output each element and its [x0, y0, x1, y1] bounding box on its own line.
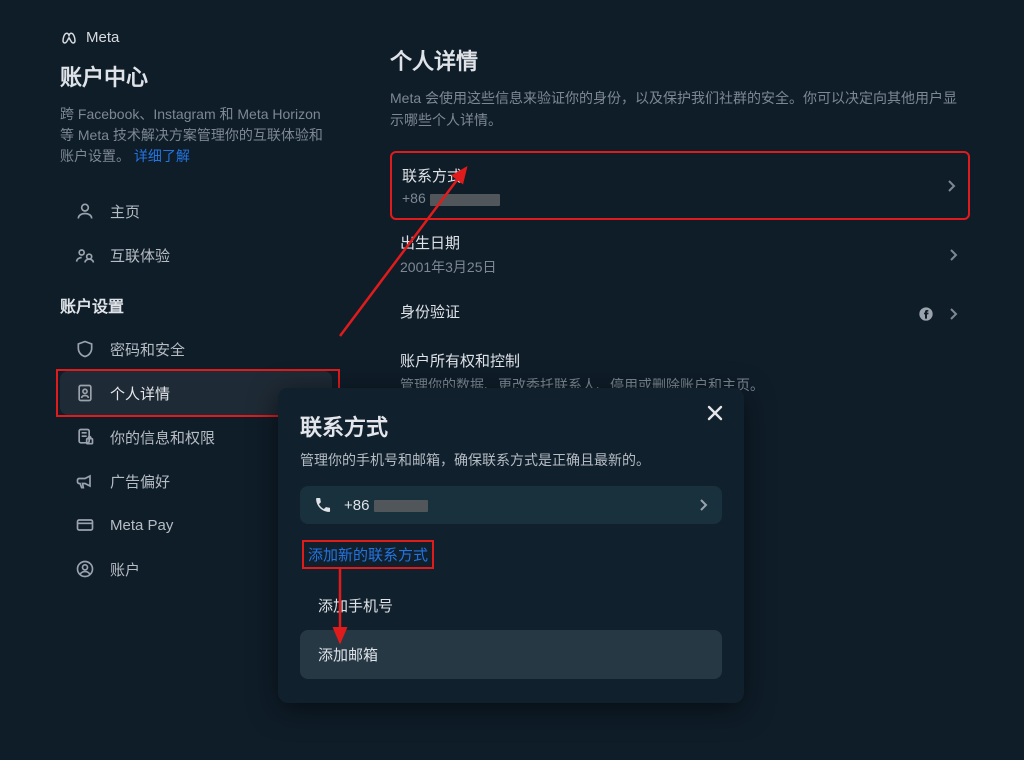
sidebar-item-home[interactable]: 主页 — [60, 189, 332, 233]
sidebar-desc-text: 跨 Facebook、Instagram 和 Meta Horizon 等 Me… — [60, 106, 323, 164]
phone-prefix: +86 — [402, 190, 426, 206]
phone-entry-row[interactable]: +86 — [300, 486, 722, 524]
sidebar-description: 跨 Facebook、Instagram 和 Meta Horizon 等 Me… — [60, 104, 332, 167]
add-contact-link-wrap: 添加新的联系方式 — [300, 524, 436, 581]
sidebar-item-label: 你的信息和权限 — [110, 427, 215, 448]
phone-number: +86 — [344, 497, 428, 514]
sidebar-item-label: 广告偏好 — [110, 471, 170, 492]
contact-info-modal: 联系方式 管理你的手机号和邮箱，确保联系方式是正确且最新的。 +86 添加新的联… — [278, 388, 744, 703]
close-button[interactable] — [700, 398, 730, 428]
row-identity-verification[interactable]: 身份验证 — [390, 289, 970, 338]
modal-title: 联系方式 — [300, 410, 722, 442]
page-description: Meta 会使用这些信息来验证你的身份，以及保护我们社群的安全。你可以决定向其他… — [390, 88, 970, 131]
sidebar-item-label: 账户 — [110, 559, 140, 580]
linked-accounts-icon — [74, 245, 96, 265]
sidebar-item-connected[interactable]: 互联体验 — [60, 233, 332, 277]
sidebar-item-label: 互联体验 — [110, 245, 170, 266]
row-birthday[interactable]: 出生日期 2001年3月25日 — [390, 220, 970, 289]
option-add-email[interactable]: 添加邮箱 — [300, 630, 722, 679]
row-subtitle: +86 — [402, 190, 928, 206]
chevron-right-icon — [948, 248, 958, 262]
chevron-right-icon — [698, 498, 708, 512]
add-new-contact-link[interactable]: 添加新的联系方式 — [302, 540, 434, 569]
sidebar-item-label: 个人详情 — [110, 383, 170, 404]
row-title: 身份验证 — [400, 301, 930, 322]
brand-logo: Meta — [60, 28, 332, 46]
phone-prefix: +86 — [344, 497, 369, 514]
learn-more-link[interactable]: 详细了解 — [134, 148, 190, 164]
main-panel: 个人详情 Meta 会使用这些信息来验证你的身份，以及保护我们社群的安全。你可以… — [390, 44, 970, 407]
id-card-icon — [74, 383, 96, 403]
sidebar-item-password[interactable]: 密码和安全 — [60, 327, 332, 371]
sidebar-item-label: 密码和安全 — [110, 339, 185, 360]
sidebar-settings-header: 账户设置 — [60, 293, 332, 317]
phone-handset-icon — [314, 496, 332, 514]
chevron-right-icon — [948, 307, 958, 321]
sidebar-item-label: Meta Pay — [110, 517, 173, 534]
megaphone-icon — [74, 471, 96, 491]
facebook-icon — [918, 306, 934, 322]
row-contact-info[interactable]: 联系方式 +86 — [390, 151, 970, 220]
page-root: Meta 账户中心 跨 Facebook、Instagram 和 Meta Ho… — [0, 0, 1024, 760]
page-title: 个人详情 — [390, 44, 970, 76]
redacted-phone — [374, 500, 428, 512]
brand-text: Meta — [86, 29, 119, 46]
redacted-phone — [430, 194, 500, 206]
card-icon — [74, 515, 96, 535]
row-subtitle: 2001年3月25日 — [400, 257, 930, 277]
row-title: 出生日期 — [400, 232, 930, 253]
row-title: 联系方式 — [402, 165, 928, 186]
chevron-right-icon — [946, 179, 956, 193]
document-lock-icon — [74, 427, 96, 447]
modal-subtitle: 管理你的手机号和邮箱，确保联系方式是正确且最新的。 — [300, 450, 722, 470]
user-circle-icon — [74, 559, 96, 579]
shield-icon — [74, 339, 96, 359]
option-add-phone[interactable]: 添加手机号 — [300, 581, 722, 630]
meta-logo-icon — [60, 28, 78, 46]
sidebar-item-label: 主页 — [110, 201, 140, 222]
row-title: 账户所有权和控制 — [400, 350, 930, 371]
person-icon — [74, 201, 96, 221]
sidebar-title: 账户中心 — [60, 60, 332, 92]
